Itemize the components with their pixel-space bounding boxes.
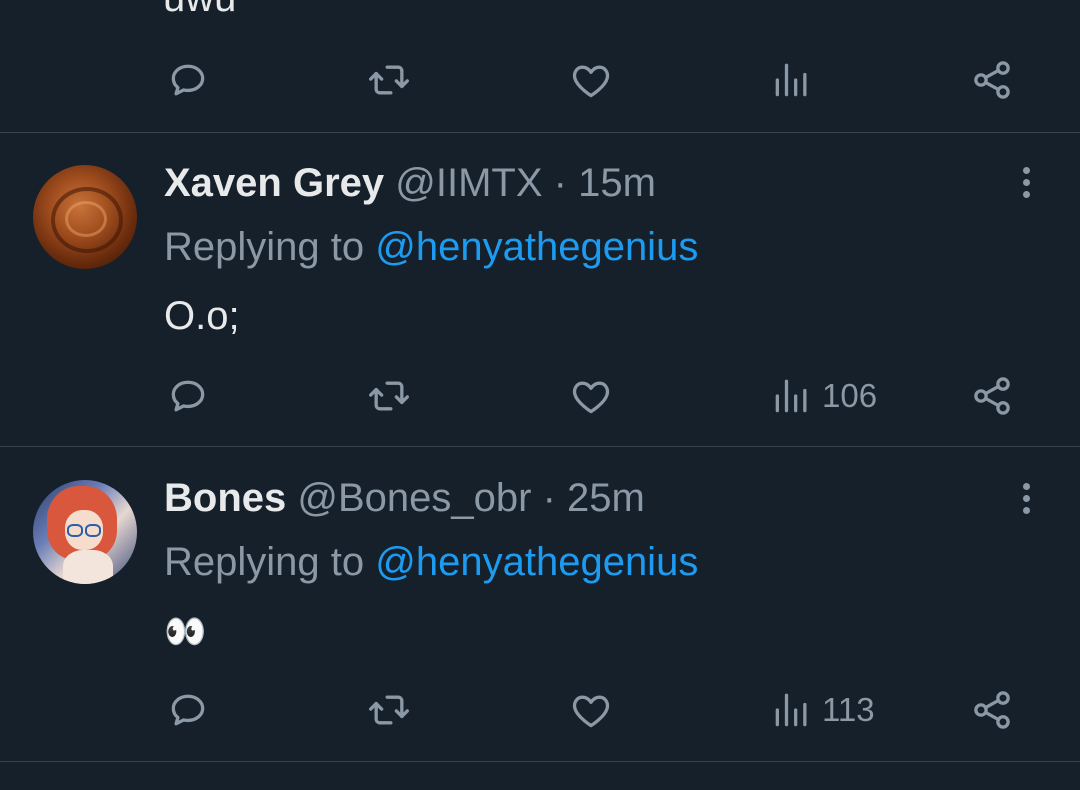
replying-to-label: Replying to [164, 225, 365, 269]
like-icon [572, 695, 610, 728]
like-button[interactable] [569, 680, 613, 740]
views-count: 106 [822, 377, 878, 414]
separator-dot: · [553, 161, 567, 205]
tweet-actions: 113 [0, 680, 1080, 740]
like-button[interactable] [569, 366, 613, 426]
tweet-text: 👀 [164, 606, 206, 656]
repost-icon [369, 695, 409, 725]
tweet-header: Xaven Grey @IIMTX · 15m [164, 159, 656, 207]
reply-thread: uwu Xaven Grey @IIMTX · 15m [0, 0, 1080, 790]
more-dot-icon [1022, 506, 1030, 514]
views-icon [775, 693, 807, 727]
user-handle[interactable]: @IIMTX [395, 161, 542, 205]
share-icon [974, 691, 1010, 729]
avatar[interactable] [33, 480, 137, 584]
timestamp[interactable]: 15m [578, 161, 656, 205]
share-button[interactable] [970, 680, 1014, 740]
repost-icon [369, 65, 409, 95]
like-button[interactable] [569, 50, 613, 110]
views-button[interactable] [770, 50, 814, 110]
views-button[interactable]: 113 [770, 680, 875, 740]
reply-icon [171, 694, 205, 726]
reply-icon [171, 64, 205, 96]
share-icon [974, 377, 1010, 415]
tweet-header: Bones @Bones_obr · 25m [164, 474, 645, 522]
separator-dot: · [542, 476, 556, 520]
previous-tweet-text: uwu [163, 0, 236, 20]
replying-to-mention[interactable]: @henyathegenius [375, 540, 698, 584]
timestamp[interactable]: 25m [567, 476, 645, 520]
replying-to-line: Replying to @henyathegenius [164, 538, 698, 586]
repost-icon [369, 381, 409, 411]
replying-to-line: Replying to @henyathegenius [164, 223, 698, 271]
reply-button[interactable] [166, 366, 210, 426]
tweet-text: O.o; [164, 294, 240, 338]
divider [0, 132, 1080, 133]
divider [0, 761, 1080, 762]
like-icon [572, 65, 610, 98]
previous-tweet-actions [0, 50, 1080, 110]
tweet-actions: 106 [0, 366, 1080, 426]
more-dot-icon [1022, 482, 1030, 490]
views-count: 113 [822, 691, 875, 728]
more-options-button[interactable] [1010, 476, 1042, 520]
share-button[interactable] [970, 50, 1014, 110]
display-name[interactable]: Bones [164, 476, 286, 520]
views-button[interactable]: 106 [770, 366, 877, 426]
more-dot-icon [1022, 494, 1030, 502]
reply-button[interactable] [166, 680, 210, 740]
reply-button[interactable] [166, 50, 210, 110]
share-button[interactable] [970, 366, 1014, 426]
replying-to-mention[interactable]: @henyathegenius [375, 225, 698, 269]
replying-to-label: Replying to [164, 540, 365, 584]
share-icon [974, 61, 1010, 99]
divider [0, 446, 1080, 447]
like-icon [572, 381, 610, 414]
more-dot-icon [1022, 178, 1030, 186]
display-name[interactable]: Xaven Grey [164, 161, 384, 205]
repost-button[interactable] [367, 366, 411, 426]
views-icon [775, 379, 807, 413]
repost-button[interactable] [367, 680, 411, 740]
more-options-button[interactable] [1010, 160, 1042, 204]
views-icon [775, 63, 807, 97]
user-handle[interactable]: @Bones_obr [297, 476, 531, 520]
avatar[interactable] [33, 165, 137, 269]
more-dot-icon [1022, 190, 1030, 198]
tweet-text-value: 👀 [164, 613, 207, 651]
repost-button[interactable] [367, 50, 411, 110]
reply-icon [171, 380, 205, 412]
more-dot-icon [1022, 166, 1030, 174]
